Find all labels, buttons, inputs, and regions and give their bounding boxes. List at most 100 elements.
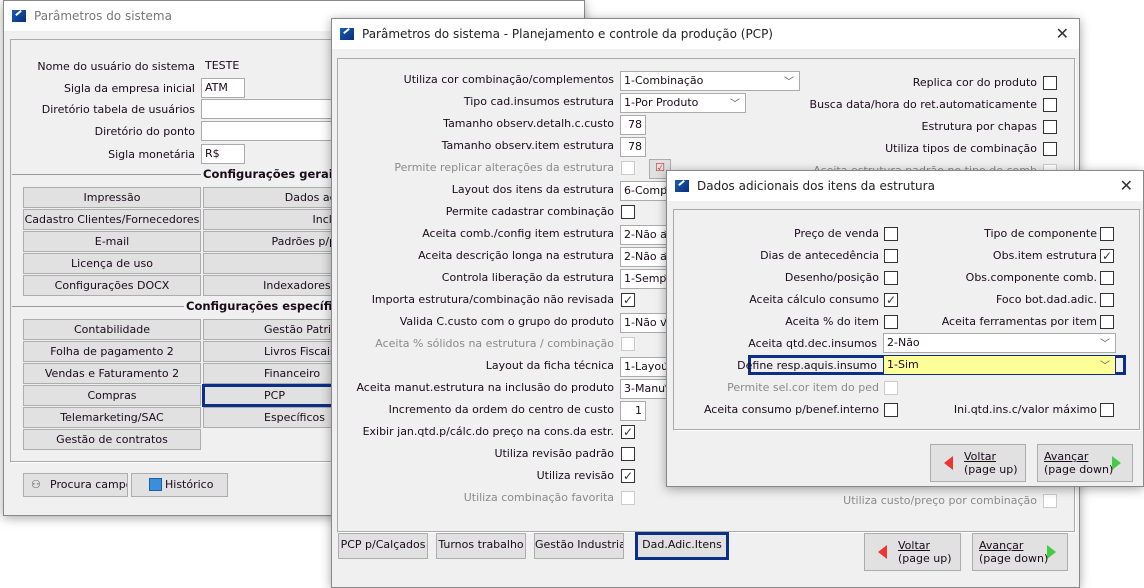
app-icon xyxy=(12,10,26,22)
specific-button[interactable]: Folha de pagamento 2 xyxy=(23,341,201,362)
button-sublabel: (page down) xyxy=(1044,463,1114,476)
arrow-right-icon xyxy=(1047,545,1063,559)
option-checkbox[interactable] xyxy=(1043,76,1057,90)
option-checkbox[interactable] xyxy=(884,271,898,285)
general-button[interactable]: Configurações DOCX xyxy=(23,275,201,296)
general-button[interactable]: Licença de uso xyxy=(23,253,201,274)
app-icon xyxy=(675,180,689,192)
field-label: Nome do usuário do sistema xyxy=(37,60,195,73)
window-title: Parâmetros do sistema - Planejamento e c… xyxy=(362,27,773,41)
option-checkbox[interactable] xyxy=(1100,403,1114,417)
field-label: Utiliza combinação favorita xyxy=(463,491,614,504)
field-label: Utiliza revisão padrão xyxy=(494,447,614,460)
field-label: Sigla da empresa inicial xyxy=(63,82,195,95)
field-label: Tamanho observ.detalh.c.custo xyxy=(443,117,614,130)
option-checkbox xyxy=(621,161,635,175)
option-checkbox[interactable]: ✓ xyxy=(884,293,898,307)
search-field-button[interactable]: ⚇ Procura campo xyxy=(23,473,128,497)
field-label: Obs.componente comb. xyxy=(965,271,1097,284)
history-button[interactable]: Histórico xyxy=(131,473,228,497)
field-label: Tipo de componente xyxy=(984,227,1097,240)
next-button[interactable]: Avançar (page down) xyxy=(972,533,1068,571)
field-label: Obs.item estrutura xyxy=(992,249,1097,262)
option-checkbox[interactable] xyxy=(1100,315,1114,329)
option-checkbox[interactable] xyxy=(1100,227,1114,241)
chevron-down-icon[interactable]: ﹀ xyxy=(1100,357,1110,372)
field-label: Permite cadastrar combinação xyxy=(445,205,614,218)
window-title: Dados adicionais dos itens da estrutura xyxy=(697,179,935,193)
option-checkbox[interactable] xyxy=(1100,271,1114,285)
specific-button[interactable]: Compras xyxy=(23,385,201,406)
title-bar: Dados adicionais dos itens da estrutura … xyxy=(667,171,1143,201)
option-checkbox[interactable] xyxy=(884,403,898,417)
arrow-left-icon xyxy=(871,545,887,559)
bottom-button[interactable]: PCP p/Calçados xyxy=(338,533,428,559)
button-sublabel: (page up) xyxy=(898,552,952,565)
option-checkbox[interactable]: ✓ xyxy=(621,425,635,439)
back-button[interactable]: Voltar (page up) xyxy=(930,444,1026,482)
option-checkbox[interactable] xyxy=(1043,142,1057,156)
field-label: Aceita ferramentas por item xyxy=(941,315,1097,328)
general-button[interactable]: Impressão xyxy=(23,187,201,208)
option-checkbox[interactable] xyxy=(884,227,898,241)
back-button[interactable]: Voltar (page up) xyxy=(864,533,961,571)
option-checkbox[interactable] xyxy=(1100,293,1114,307)
field-label: Tipo cad.insumos estrutura xyxy=(463,95,614,108)
field-label: Permite sel.cor item do ped xyxy=(727,381,879,394)
chevron-down-icon[interactable]: ﹀ xyxy=(784,73,794,88)
option-checkbox[interactable] xyxy=(621,447,635,461)
option-select[interactable]: 1-Combinação ﹀ xyxy=(620,71,800,91)
bottom-button[interactable]: Turnos trabalho xyxy=(436,533,526,559)
specific-button[interactable]: Contabilidade xyxy=(23,319,201,340)
field-label: Aceita manut.estrutura na inclusão do pr… xyxy=(356,381,614,394)
button-label: Voltar xyxy=(964,450,997,463)
option-checkbox[interactable]: ✓ xyxy=(1100,249,1114,263)
field-label: Tamanho observ.item estrutura xyxy=(441,139,614,152)
chevron-down-icon[interactable]: ﹀ xyxy=(1100,335,1110,350)
qtd-dec-select[interactable]: 2-Não ﹀ xyxy=(883,333,1116,353)
option-checkbox[interactable] xyxy=(621,205,635,219)
button-label: Voltar xyxy=(898,539,931,552)
text-field[interactable]: R$ xyxy=(201,144,245,164)
option-checkbox[interactable]: ✓ xyxy=(621,293,635,307)
section-title-specific: Configurações específicas xyxy=(184,299,354,313)
bottom-button[interactable]: Dad.Adic.Itens xyxy=(635,532,729,560)
resp-aquis-select[interactable]: 1-Sim ﹀ xyxy=(883,355,1116,375)
selected-value: 1-Sim xyxy=(887,358,919,371)
specific-button[interactable]: Gestão de contratos xyxy=(23,429,201,450)
bottom-button[interactable]: Gestão Industrial xyxy=(534,533,624,559)
option-checkbox[interactable]: ✓ xyxy=(621,469,635,483)
window-title: Parâmetros do sistema xyxy=(34,9,172,23)
option-checkbox[interactable] xyxy=(1043,98,1057,112)
button-label: Procura campo xyxy=(50,478,128,491)
option-checkbox[interactable] xyxy=(884,249,898,263)
option-select[interactable]: 1-Por Produto ﹀ xyxy=(620,93,746,113)
option-checkbox[interactable] xyxy=(1043,120,1057,134)
field-label: Aceita qtd.dec.insumos xyxy=(748,337,877,350)
specific-button[interactable]: Vendas e Faturamento 2 xyxy=(23,363,201,384)
number-field[interactable]: 78 xyxy=(620,115,646,135)
option-checkbox[interactable] xyxy=(884,315,898,329)
field-label: Busca data/hora do ret.automaticamente xyxy=(809,98,1037,111)
field-label: Layout dos itens da estrutura xyxy=(451,183,614,196)
field-label: Define resp.aquis.insumo xyxy=(737,359,877,372)
option-checkbox xyxy=(1043,494,1057,508)
text-field[interactable]: ATM xyxy=(201,78,245,98)
arrow-right-icon xyxy=(1112,456,1128,470)
field-label: Diretório do ponto xyxy=(94,125,195,138)
close-icon[interactable]: ✕ xyxy=(1120,176,1133,195)
title-bar: Parâmetros do sistema - Planejamento e c… xyxy=(332,19,1079,49)
chevron-down-icon[interactable]: ﹀ xyxy=(730,95,740,110)
number-field[interactable]: 1 xyxy=(620,401,646,421)
specific-button[interactable]: Telemarketing/SAC xyxy=(23,407,201,428)
general-button[interactable]: Cadastro Clientes/Fornecedores xyxy=(23,209,201,230)
next-button[interactable]: Avançar (page down) xyxy=(1037,444,1133,482)
field-label: Layout da ficha técnica xyxy=(485,359,614,372)
general-button[interactable]: E-mail xyxy=(23,231,201,252)
arrow-left-icon xyxy=(937,456,953,470)
field-label: Aceita cálculo consumo xyxy=(749,293,879,306)
option-checkbox xyxy=(621,337,635,351)
field-label: Aceita consumo p/benef.interno xyxy=(703,403,879,416)
close-icon[interactable]: ✕ xyxy=(1056,24,1069,43)
number-field[interactable]: 78 xyxy=(620,137,646,157)
